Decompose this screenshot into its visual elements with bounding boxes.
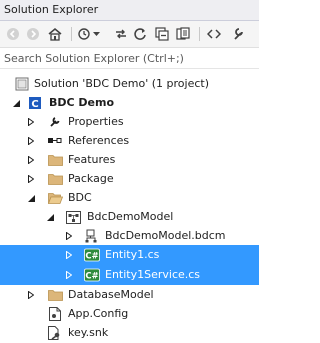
tree-label-features: Features (68, 153, 116, 166)
model-icon (65, 209, 81, 225)
svg-text:C#: C# (85, 272, 98, 282)
svg-text:C#: C# (85, 252, 98, 262)
tree-label-package: Package (68, 172, 114, 185)
wrench-icon (47, 114, 63, 130)
window-title: Solution Explorer (4, 3, 99, 16)
csharp-project-icon: C (27, 95, 43, 111)
search-input[interactable] (4, 50, 254, 66)
collapsed-arrow-icon[interactable] (64, 270, 74, 280)
tree-row-bdcm-file[interactable]: BdcDemoModel.bdcm (0, 226, 259, 246)
tree-label-database-model: DatabaseModel (68, 288, 154, 301)
sync-history-icon[interactable] (76, 24, 92, 44)
toolbar-separator (199, 27, 200, 41)
forward-icon[interactable] (24, 24, 42, 44)
tree-label-entity1-service: Entity1Service.cs (105, 268, 201, 281)
tree-row-key-snk[interactable]: key.snk (0, 323, 259, 343)
tree-label-references: References (68, 134, 130, 147)
collapsed-arrow-icon[interactable] (26, 117, 36, 127)
solution-icon (14, 76, 30, 92)
tree-row-entity1[interactable]: C# Entity1.cs (0, 245, 259, 265)
collapsed-arrow-icon[interactable] (26, 290, 36, 300)
refresh-icon[interactable] (131, 24, 149, 44)
show-all-files-icon[interactable] (174, 24, 192, 44)
tree-row-features[interactable]: Features (0, 150, 259, 170)
tree-row-project[interactable]: C BDC Demo (0, 93, 259, 113)
dropdown-arrow-icon[interactable] (92, 24, 100, 44)
expanded-arrow-icon[interactable] (26, 193, 36, 203)
collapsed-arrow-icon[interactable] (26, 174, 36, 184)
toolbar-separator (71, 27, 72, 41)
tree-row-database-model[interactable]: DatabaseModel (0, 285, 259, 305)
expanded-arrow-icon[interactable] (11, 98, 21, 108)
expanded-arrow-icon[interactable] (45, 212, 55, 222)
collapsed-arrow-icon[interactable] (64, 231, 74, 241)
code-view-icon[interactable] (204, 24, 224, 44)
pending-changes-icon[interactable] (113, 24, 129, 44)
tree-label-solution: Solution 'BDC Demo' (1 project) (34, 77, 209, 90)
key-file-icon (47, 325, 63, 341)
back-icon[interactable] (4, 24, 22, 44)
tree-row-solution[interactable]: Solution 'BDC Demo' (1 project) (0, 74, 259, 94)
folder-icon (47, 287, 63, 303)
tree-row-references[interactable]: References (0, 131, 259, 151)
collapse-all-icon[interactable] (153, 24, 171, 44)
references-icon (47, 133, 63, 149)
toolbar (0, 21, 259, 48)
tree-label-bdc: BDC (68, 191, 92, 204)
tree-label-entity1: Entity1.cs (105, 248, 160, 261)
csharp-file-icon: C# (84, 247, 100, 263)
tree-label-bdc-model: BdcDemoModel (87, 210, 174, 223)
properties-icon[interactable] (228, 24, 248, 44)
title-bar: Solution Explorer (0, 0, 259, 21)
csharp-file-icon: C# (84, 267, 100, 283)
collapsed-arrow-icon[interactable] (64, 250, 74, 260)
tree-row-bdc[interactable]: BDC (0, 188, 259, 208)
tree-row-bdc-model[interactable]: BdcDemoModel (0, 207, 259, 227)
collapsed-arrow-icon[interactable] (26, 155, 36, 165)
tree-label-bdcm-file: BdcDemoModel.bdcm (105, 229, 226, 242)
tree-label-project: BDC Demo (49, 96, 115, 109)
collapsed-arrow-icon[interactable] (26, 136, 36, 146)
tree-row-package[interactable]: Package (0, 169, 259, 189)
home-icon[interactable] (44, 24, 66, 44)
tree-label-properties: Properties (68, 115, 124, 128)
bdcm-file-icon (84, 228, 100, 244)
search-bar (0, 48, 259, 69)
tree-row-app-config[interactable]: App.Config (0, 304, 259, 324)
config-file-icon (47, 306, 63, 322)
tree-row-properties[interactable]: Properties (0, 112, 259, 132)
folder-icon (47, 171, 63, 187)
svg-text:C: C (31, 99, 38, 110)
open-folder-icon (47, 190, 63, 206)
tree-label-app-config: App.Config (68, 307, 129, 320)
folder-icon (47, 152, 63, 168)
tree-row-entity1-service[interactable]: C# Entity1Service.cs (0, 265, 259, 285)
